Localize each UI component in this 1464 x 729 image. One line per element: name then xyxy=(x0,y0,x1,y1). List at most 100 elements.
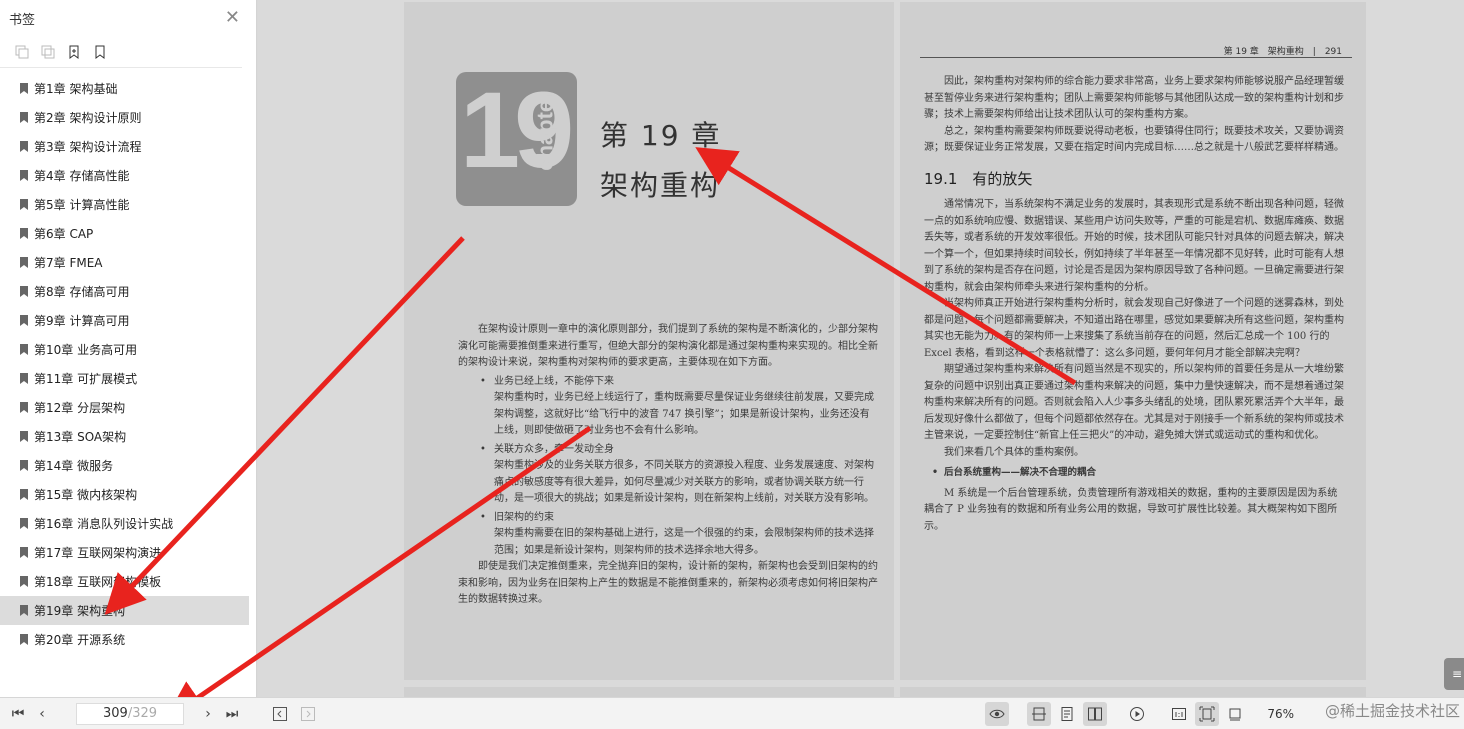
bookmark-icon xyxy=(20,576,28,587)
bookmark-icon xyxy=(20,228,28,239)
first-page-icon[interactable]: ⏮ xyxy=(6,702,30,726)
add-bookmark-icon[interactable] xyxy=(66,44,82,60)
bookmark-item[interactable]: 第14章 微服务 xyxy=(0,451,249,480)
bookmark-icon xyxy=(20,83,28,94)
bullet-title: 业务已经上线，不能停下来 xyxy=(458,374,878,391)
bookmark-icon xyxy=(20,286,28,297)
close-icon[interactable]: ✕ xyxy=(225,9,240,27)
watermark: @稀土掘金技术社区 xyxy=(1324,702,1460,720)
bookmark-icon xyxy=(20,634,28,645)
single-page-icon[interactable] xyxy=(1055,702,1079,726)
bookmark-panel-title: 书签 xyxy=(9,12,36,28)
bookmark-item[interactable]: 第20章 开源系统 xyxy=(0,625,249,654)
collapse-icon[interactable] xyxy=(40,44,56,60)
bookmark-item[interactable]: 第10章 业务高可用 xyxy=(0,335,249,364)
bookmark-item[interactable]: 第8章 存储高可用 xyxy=(0,277,249,306)
bookmark-item[interactable]: 第7章 FMEA xyxy=(0,248,249,277)
bookmark-item[interactable]: 第16章 消息队列设计实战 xyxy=(0,509,249,538)
bookmark-item[interactable]: 第4章 存储高性能 xyxy=(0,161,249,190)
page-left: 19 chapter 第 19 章 架构重构 在架构设计原则一章中的演化原则部分… xyxy=(404,2,894,680)
last-page-icon[interactable]: ⏭ xyxy=(220,702,244,726)
bullet-body: 架构重构需要在旧的架构基础上进行，这是一个很强的约束，会限制架构师的技术选择范围… xyxy=(494,528,874,556)
bookmark-item-active[interactable]: 第19章 架构重构 xyxy=(0,596,249,625)
rotate-icon[interactable] xyxy=(1223,702,1247,726)
bookmark-panel-header: 书签 ✕ xyxy=(0,0,256,36)
section-heading: 19.1 有的放矢 xyxy=(924,169,1033,188)
bullet-body: 架构重构涉及的业务关联方很多，不同关联方的资源投入程度、业务发展速度、对架构痛点… xyxy=(494,460,874,504)
bookmark-panel: 书签 ✕ 第1章 架构基础 第2章 架构设计原则 第3章 架构设计流程 第4章 … xyxy=(0,0,257,697)
bottom-toolbar: ⏮ ‹ 309/329 › ⏭ 76% xyxy=(0,697,1464,729)
bookmark-icon xyxy=(20,112,28,123)
bookmark-icon[interactable] xyxy=(92,44,108,60)
bullet-title: 旧架构的约束 xyxy=(458,510,878,527)
bookmark-item[interactable]: 第18章 互联网架构模板 xyxy=(0,567,249,596)
subsection-heading: 后台系统重构——解决不合理的耦合 xyxy=(924,465,1344,482)
bookmark-item[interactable]: 第15章 微内核架构 xyxy=(0,480,249,509)
fit-width-icon[interactable] xyxy=(1027,701,1052,726)
chapter-badge: 19 chapter xyxy=(456,72,577,206)
page-number-input[interactable]: 309/329 xyxy=(76,702,184,725)
forward-icon[interactable] xyxy=(296,702,320,726)
paragraph: 我们来看几个具体的重构案例。 xyxy=(944,446,1084,458)
bookmark-item[interactable]: 第2章 架构设计原则 xyxy=(0,103,249,132)
side-tab-button[interactable]: ≡ xyxy=(1444,658,1464,690)
bookmark-icon xyxy=(20,605,28,616)
bookmark-item[interactable]: 第5章 计算高性能 xyxy=(0,190,249,219)
bookmark-item[interactable]: 第3章 架构设计流程 xyxy=(0,132,249,161)
bookmark-item[interactable]: 第9章 计算高可用 xyxy=(0,306,249,335)
bookmark-icon xyxy=(20,489,28,500)
zoom-level[interactable]: 76% xyxy=(1267,707,1294,721)
chapter-subtitle: 架构重构 xyxy=(600,169,721,202)
bullet-title: 关联方众多，牵一发动全身 xyxy=(458,442,878,459)
bookmark-icon xyxy=(20,170,28,181)
next-page-left-edge xyxy=(404,687,894,697)
document-viewport[interactable]: 19 chapter 第 19 章 架构重构 在架构设计原则一章中的演化原则部分… xyxy=(258,0,1464,697)
play-icon[interactable] xyxy=(1125,702,1149,726)
bookmark-icon xyxy=(20,344,28,355)
running-head: 第 19 章 架构重构 | 291 xyxy=(920,44,1352,58)
page-right: 第 19 章 架构重构 | 291 因此，架构重构对架构师的综合能力要求非常高，… xyxy=(900,2,1366,680)
bookmark-icon xyxy=(20,431,28,442)
right-page-body: 因此，架构重构对架构师的综合能力要求非常高，业务上要求架构师能够说服产品经理暂缓… xyxy=(924,74,1344,535)
bookmark-item[interactable]: 第11章 可扩展模式 xyxy=(0,364,249,393)
paragraph: 当架构师真正开始进行架构重构分析时，就会发现自己好像进了一个问题的迷雾森林，到处… xyxy=(924,298,1344,359)
bookmark-item[interactable]: 第12章 分层架构 xyxy=(0,393,249,422)
paragraph: 期望通过架构重构来解决所有问题当然是不现实的，所以架构师的首要任务是从一大堆纷繁… xyxy=(924,364,1344,441)
eye-icon[interactable] xyxy=(985,701,1010,726)
bookmark-icon xyxy=(20,315,28,326)
left-page-body: 在架构设计原则一章中的演化原则部分，我们提到了系统的架构是不断演化的，少部分架构… xyxy=(458,322,878,609)
bookmark-icon xyxy=(20,547,28,558)
back-icon[interactable] xyxy=(268,702,292,726)
paragraph: 通常情况下，当系统架构不满足业务的发展时，其表现形式是系统不断出现各种问题，轻微… xyxy=(924,199,1344,293)
intro-paragraph: 在架构设计原则一章中的演化原则部分，我们提到了系统的架构是不断演化的，少部分架构… xyxy=(458,324,878,368)
bookmark-icon xyxy=(20,141,28,152)
bookmark-item[interactable]: 第1章 架构基础 xyxy=(0,74,249,103)
fit-page-icon[interactable] xyxy=(1195,701,1220,726)
bookmark-toolbar xyxy=(0,36,242,68)
next-page-right-edge xyxy=(900,687,1366,697)
bookmark-item[interactable]: 第6章 CAP xyxy=(0,219,249,248)
prev-page-icon[interactable]: ‹ xyxy=(30,702,54,726)
paragraph: M 系统是一个后台管理系统，负责管理所有游戏相关的数据，重构的主要原因是因为系统… xyxy=(924,487,1338,532)
bookmark-icon xyxy=(20,199,28,210)
total-pages: /329 xyxy=(127,705,158,721)
double-page-icon[interactable] xyxy=(1083,701,1108,726)
outro-paragraph: 即使是我们决定推倒重来，完全抛弃旧的架构，设计新的架构，新架构也会受到旧架构的约… xyxy=(458,561,878,605)
bookmark-icon xyxy=(20,518,28,529)
actual-size-icon[interactable] xyxy=(1167,702,1191,726)
chapter-title: 第 19 章 xyxy=(600,119,722,152)
bookmark-icon xyxy=(20,460,28,471)
bullet-body: 架构重构时，业务已经上线运行了，重构既需要尽量保证业务继续往前发展，又要完成架构… xyxy=(494,392,874,436)
bookmark-icon xyxy=(20,373,28,384)
current-page: 309 xyxy=(102,705,128,721)
bookmark-icon xyxy=(20,257,28,268)
chapter-word: chapter xyxy=(532,91,558,171)
expand-icon[interactable] xyxy=(14,44,30,60)
next-page-icon[interactable]: › xyxy=(196,702,220,726)
bookmark-list: 第1章 架构基础 第2章 架构设计原则 第3章 架构设计流程 第4章 存储高性能… xyxy=(0,68,256,654)
paragraph: 总之，架构重构需要架构师既要说得动老板，也要镇得住同行；既要技术攻关，又要协调资… xyxy=(924,125,1344,154)
bookmark-icon xyxy=(20,402,28,413)
paragraph: 因此，架构重构对架构师的综合能力要求非常高，业务上要求架构师能够说服产品经理暂缓… xyxy=(924,76,1344,120)
bookmark-item[interactable]: 第13章 SOA架构 xyxy=(0,422,249,451)
bookmark-item[interactable]: 第17章 互联网架构演进 xyxy=(0,538,249,567)
